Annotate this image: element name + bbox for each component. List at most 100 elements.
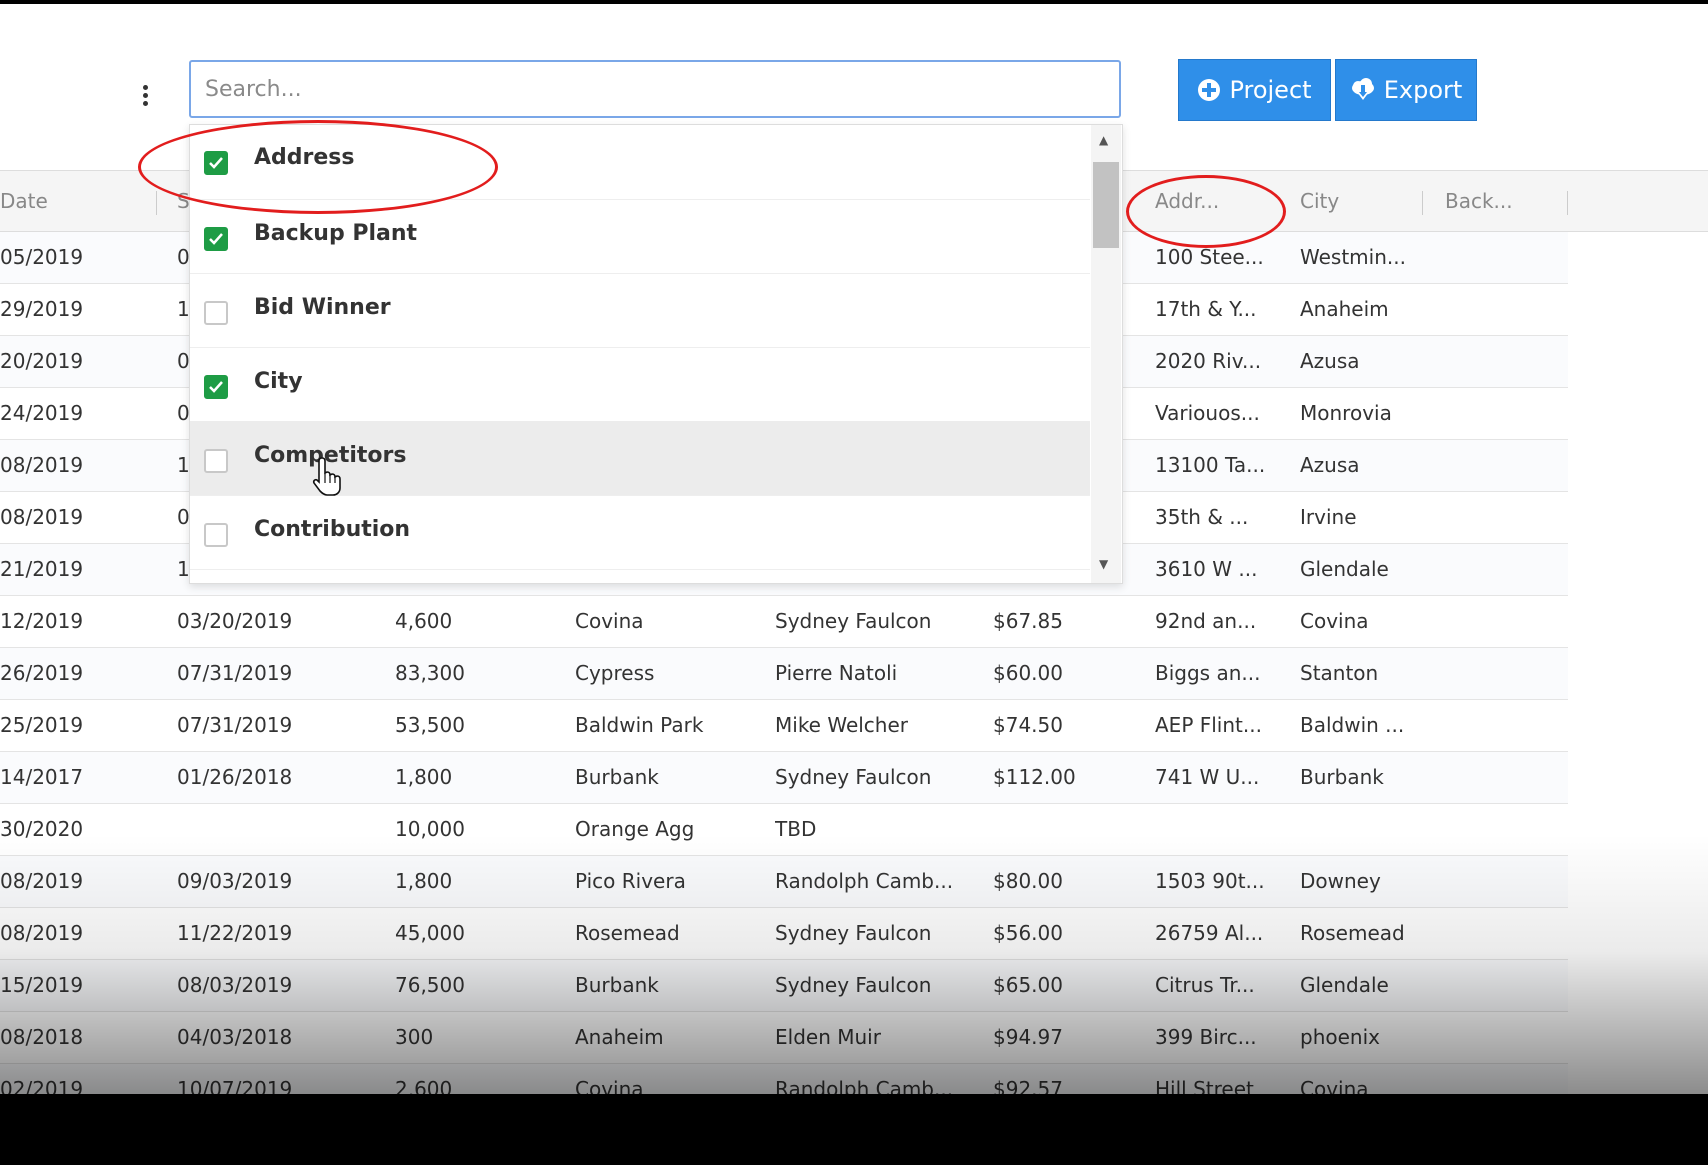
scrollbar-thumb[interactable] [1093, 162, 1119, 248]
table-cell: Anaheim [575, 1025, 664, 1049]
table-row[interactable]: 26/2019 07/31/2019 83,300 Cypress Pierre Nat… [0, 648, 1568, 700]
table-cell: Mike Welcher [775, 713, 909, 737]
table-cell: Sydney Faulcon [775, 765, 932, 789]
table-cell: 07/31/2019 [177, 713, 293, 737]
table-cell: 741 W U... [1155, 765, 1260, 789]
table-cell: 35th & ... [1155, 505, 1249, 529]
column-option-competitors[interactable]: Competitors [190, 421, 1090, 496]
column-option-bid-winner[interactable]: Bid Winner [190, 273, 1090, 348]
table-cell: Pico Rivera [575, 869, 686, 893]
table-cell: 300 [395, 1025, 434, 1049]
table-cell: 25/2019 [0, 713, 84, 737]
table-cell: Azusa [1300, 349, 1360, 373]
table-cell: 2020 Riv... [1155, 349, 1262, 373]
column-option-address[interactable]: Address [190, 125, 1090, 200]
column-option-label: City [254, 369, 303, 394]
checkbox[interactable] [204, 449, 228, 473]
checkmark-icon [209, 157, 223, 169]
table-cell: 08/2019 [0, 505, 84, 529]
checkbox[interactable] [204, 301, 228, 325]
table-cell: Biggs an... [1155, 661, 1261, 685]
column-option-backup-plant[interactable]: Backup Plant [190, 199, 1090, 274]
column-option-contribution[interactable]: Contribution [190, 495, 1090, 570]
table-cell: Cypress [575, 661, 655, 685]
export-button-label: Export [1383, 76, 1463, 104]
table-cell: TBD [775, 817, 817, 841]
table-cell: 21/2019 [0, 557, 84, 581]
table-row[interactable]: 30/2020 10,000 Orange Agg TBD [0, 804, 1568, 856]
table-cell: 10/07/2019 [177, 1077, 293, 1094]
table-row[interactable]: 08/2019 09/03/2019 1,800 Pico Rivera Randolp… [0, 856, 1568, 908]
table-cell: $92.57 [993, 1077, 1063, 1094]
table-cell: Variouos... [1155, 401, 1260, 425]
table-row[interactable]: 12/2019 03/20/2019 4,600 Covina Sydney Faulc… [0, 596, 1568, 648]
scroll-up-arrow-icon[interactable]: ▲ [1099, 133, 1108, 147]
export-button[interactable]: Export [1335, 59, 1477, 121]
table-cell: 3610 W ... [1155, 557, 1258, 581]
table-cell: 29/2019 [0, 297, 84, 321]
table-cell: Baldwin ... [1300, 713, 1405, 737]
checkbox[interactable] [204, 523, 228, 547]
column-option-city[interactable]: City [190, 347, 1090, 422]
table-cell: Irvine [1300, 505, 1357, 529]
table-cell: 26/2019 [0, 661, 84, 685]
table-cell: 09/03/2019 [177, 869, 293, 893]
checkbox[interactable] [204, 227, 228, 251]
table-cell: 15/2019 [0, 973, 84, 997]
table-cell: $94.97 [993, 1025, 1063, 1049]
column-header[interactable]: Addr... [1155, 171, 1275, 231]
table-cell: Pierre Natoli [775, 661, 898, 685]
column-option-label: Backup Plant [254, 221, 418, 246]
table-row[interactable]: 08/2018 04/03/2018 300 Anaheim Elden Muir $94… [0, 1012, 1568, 1064]
checkbox[interactable] [204, 151, 228, 175]
column-header[interactable]: City [1300, 171, 1410, 231]
table-cell: Covina [1300, 1077, 1369, 1094]
column-header[interactable]: Back... [1445, 171, 1545, 231]
table-cell: 20/2019 [0, 349, 84, 373]
add-project-button[interactable]: Project [1178, 59, 1331, 121]
search-input[interactable] [189, 60, 1121, 118]
table-cell: 1503 90t... [1155, 869, 1265, 893]
table-cell: 02/2019 [0, 1077, 84, 1094]
table-cell: $67.85 [993, 609, 1063, 633]
table-cell: 08/2018 [0, 1025, 84, 1049]
checkmark-icon [209, 233, 223, 245]
checkbox[interactable] [204, 375, 228, 399]
table-cell: Covina [575, 609, 644, 633]
table-cell: 07/31/2019 [177, 661, 293, 685]
table-row[interactable]: 14/2017 01/26/2018 1,800 Burbank Sydney Faul… [0, 752, 1568, 804]
table-cell: 10,000 [395, 817, 465, 841]
table-cell: Stanton [1300, 661, 1379, 685]
table-cell: Citrus Tr... [1155, 973, 1255, 997]
table-cell: Sydney Faulcon [775, 921, 932, 945]
table-row[interactable]: 25/2019 07/31/2019 53,500 Baldwin Park Mike … [0, 700, 1568, 752]
table-row[interactable]: 02/2019 10/07/2019 2,600 Covina Randolph Cam… [0, 1064, 1568, 1094]
column-picker-dropdown: Address Backup Plant Bid Winner City Competi… [189, 124, 1123, 584]
table-cell: Hill Street [1155, 1077, 1254, 1094]
table-cell: Burbank [1300, 765, 1384, 789]
table-cell: 13100 Ta... [1155, 453, 1266, 477]
column-option-label: Address [254, 145, 355, 170]
scroll-down-arrow-icon[interactable]: ▼ [1099, 557, 1108, 571]
table-cell: 11/22/2019 [177, 921, 293, 945]
column-divider[interactable] [1567, 191, 1568, 215]
table-cell: 03/20/2019 [177, 609, 293, 633]
table-cell: Randolph Camb... [775, 869, 954, 893]
table-cell: Sydney Faulcon [775, 973, 932, 997]
table-cell: 2,600 [395, 1077, 453, 1094]
table-row[interactable]: 08/2019 11/22/2019 45,000 Rosemead Sydney Fa… [0, 908, 1568, 960]
table-cell: $74.50 [993, 713, 1063, 737]
table-cell: 76,500 [395, 973, 465, 997]
table-cell [993, 804, 1143, 855]
column-divider[interactable] [1422, 191, 1423, 215]
table-cell: Azusa [1300, 453, 1360, 477]
vertical-ellipsis-icon[interactable] [138, 84, 152, 112]
column-divider[interactable] [156, 191, 157, 215]
table-row[interactable]: 15/2019 08/03/2019 76,500 Burbank Sydney Fau… [0, 960, 1568, 1012]
table-cell: Rosemead [575, 921, 680, 945]
table-cell: Burbank [575, 765, 659, 789]
table-cell [177, 804, 377, 855]
table-cell: Rosemead [1300, 921, 1405, 945]
column-header[interactable]: Date [0, 171, 150, 231]
table-cell: 4,600 [395, 609, 453, 633]
